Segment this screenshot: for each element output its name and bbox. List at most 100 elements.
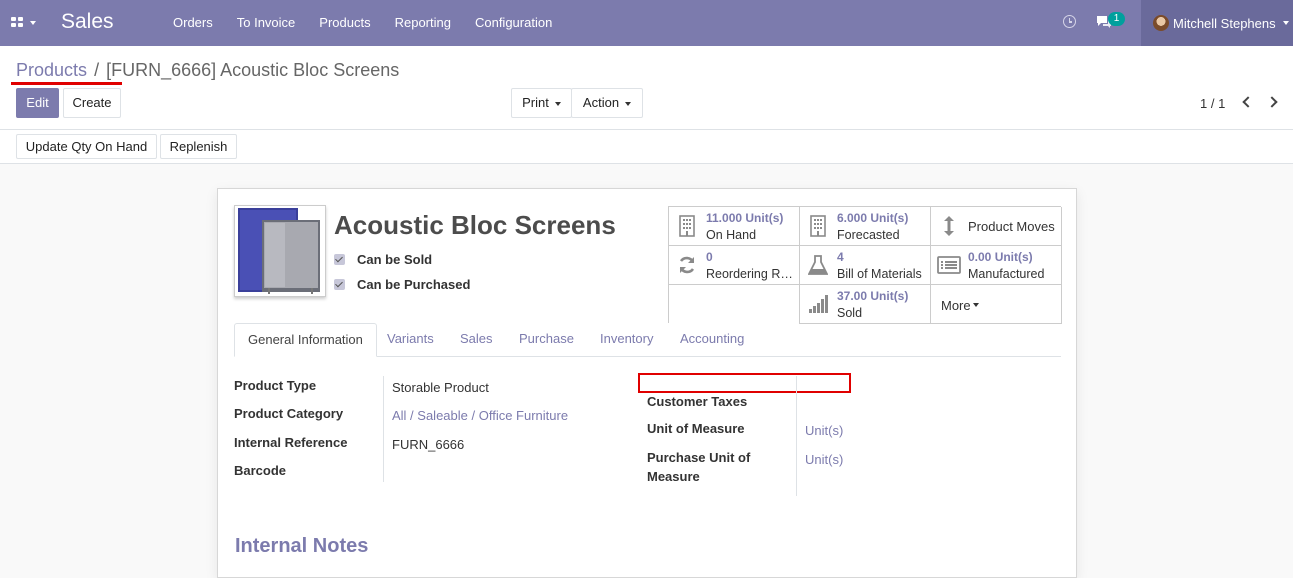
tab-general-information[interactable]: General Information bbox=[234, 323, 377, 357]
forecasted-label: Forecasted bbox=[837, 228, 900, 242]
tab-purchase[interactable]: Purchase bbox=[506, 323, 587, 357]
user-menu[interactable]: Mitchell Stephens bbox=[1141, 0, 1293, 46]
smart-button-spacer bbox=[669, 285, 800, 324]
top-navbar: Sales Orders To Invoice Products Reporti… bbox=[0, 0, 1293, 46]
pager-value[interactable]: 1 / 1 bbox=[1200, 96, 1225, 111]
update-qty-button[interactable]: Update Qty On Hand bbox=[16, 134, 157, 159]
tab-inventory[interactable]: Inventory bbox=[587, 323, 666, 357]
flask-icon bbox=[808, 255, 828, 275]
product-type-value[interactable]: Storable Product bbox=[392, 380, 489, 395]
purchase-uom-link[interactable]: Unit(s) bbox=[805, 452, 843, 467]
tab-variants[interactable]: Variants bbox=[374, 323, 447, 357]
reordering-rules-button[interactable]: 0 Reordering Rules bbox=[669, 246, 800, 285]
breadcrumb: Products / [FURN_6666] Acoustic Bloc Scr… bbox=[16, 60, 399, 81]
bill-of-materials-button[interactable]: 4 Bill of Materials bbox=[800, 246, 931, 285]
signal-icon bbox=[809, 295, 828, 313]
reordering-label: Reordering Rules bbox=[706, 267, 798, 281]
on-hand-label: On Hand bbox=[706, 228, 757, 242]
can-be-sold-field[interactable]: Can be Sold bbox=[334, 252, 432, 267]
product-moves-button[interactable]: Product Moves bbox=[931, 207, 1062, 246]
form-tabs: General Information Variants Sales Purch… bbox=[234, 323, 1061, 357]
purchase-uom-label-line1: Purchase Unit of bbox=[647, 450, 751, 465]
manufactured-value: 0.00 Unit(s) bbox=[968, 250, 1033, 264]
product-image[interactable] bbox=[234, 205, 326, 297]
building-icon bbox=[810, 215, 826, 237]
acoustic-screen-image bbox=[238, 208, 320, 294]
breadcrumb-products-link[interactable]: Products bbox=[16, 60, 87, 80]
pager-next-button[interactable] bbox=[1261, 89, 1287, 117]
can-be-sold-checkbox[interactable] bbox=[334, 254, 345, 265]
manufactured-button[interactable]: 0.00 Unit(s) Manufactured bbox=[931, 246, 1062, 285]
manufactured-label: Manufactured bbox=[968, 267, 1045, 281]
caret-down-icon bbox=[30, 21, 36, 25]
user-name: Mitchell Stephens bbox=[1173, 16, 1276, 31]
menu-to-invoice[interactable]: To Invoice bbox=[225, 0, 308, 46]
action-label: Action bbox=[582, 95, 620, 110]
main-menu: Orders To Invoice Products Reporting Con… bbox=[161, 0, 564, 46]
forecasted-button[interactable]: 6.000 Unit(s) Forecasted bbox=[800, 207, 931, 246]
refresh-icon bbox=[679, 256, 695, 274]
unit-of-measure-link[interactable]: Unit(s) bbox=[805, 423, 843, 438]
can-be-sold-label: Can be Sold bbox=[357, 252, 433, 267]
bom-label: Bill of Materials bbox=[837, 267, 922, 281]
product-type-label: Product Type bbox=[234, 378, 317, 393]
can-be-purchased-checkbox[interactable] bbox=[334, 279, 345, 290]
barcode-label: Barcode bbox=[234, 463, 287, 478]
highlight-box bbox=[638, 373, 851, 393]
can-be-purchased-label: Can be Purchased bbox=[357, 277, 471, 292]
sold-value: 37.00 Unit(s) bbox=[837, 289, 909, 303]
control-panel: Products / [FURN_6666] Acoustic Bloc Scr… bbox=[0, 46, 1293, 130]
caret-down-icon bbox=[1283, 21, 1289, 25]
breadcrumb-separator: / bbox=[94, 60, 100, 80]
sold-button[interactable]: 37.00 Unit(s) Sold bbox=[800, 285, 931, 324]
pager-previous-button[interactable] bbox=[1234, 89, 1260, 117]
replenish-button[interactable]: Replenish bbox=[160, 134, 237, 159]
product-category-link[interactable]: All / Saleable / Office Furniture bbox=[392, 408, 568, 423]
edit-button[interactable]: Edit bbox=[16, 88, 59, 118]
more-label: More bbox=[941, 298, 979, 313]
unit-of-measure-label: Unit of Measure bbox=[647, 421, 745, 436]
purchase-uom-label-line2: Measure bbox=[647, 469, 700, 484]
product-category-label: Product Category bbox=[234, 406, 344, 421]
on-hand-button[interactable]: 11.000 Unit(s) On Hand bbox=[669, 207, 800, 246]
product-moves-label: Product Moves bbox=[968, 219, 1055, 234]
chevron-left-icon bbox=[1242, 96, 1254, 108]
print-dropdown[interactable]: Print bbox=[511, 88, 572, 118]
highlight-underline bbox=[11, 82, 122, 85]
message-count-badge: 1 bbox=[1108, 12, 1125, 26]
breadcrumb-current: [FURN_6666] Acoustic Bloc Screens bbox=[106, 60, 400, 80]
action-dropdown[interactable]: Action bbox=[571, 88, 643, 118]
internal-notes-heading: Internal Notes bbox=[235, 535, 369, 557]
more-dropdown[interactable]: More bbox=[931, 285, 1062, 324]
app-brand[interactable]: Sales bbox=[61, 10, 114, 34]
forecasted-value: 6.000 Unit(s) bbox=[837, 211, 909, 225]
on-hand-value: 11.000 Unit(s) bbox=[706, 211, 784, 225]
avatar bbox=[1153, 15, 1169, 31]
form-statusbar: Update Qty On Hand Replenish bbox=[0, 130, 1293, 164]
can-be-purchased-field[interactable]: Can be Purchased bbox=[334, 277, 470, 292]
menu-configuration[interactable]: Configuration bbox=[463, 0, 564, 46]
sold-label: Sold bbox=[837, 306, 863, 320]
chevron-right-icon bbox=[1266, 96, 1278, 108]
caret-down-icon bbox=[625, 101, 632, 106]
building-icon bbox=[679, 215, 695, 237]
product-name: Acoustic Bloc Screens bbox=[334, 210, 616, 240]
form-sheet: Acoustic Bloc Screens Can be Sold Can be… bbox=[217, 188, 1077, 578]
arrows-vertical-icon bbox=[944, 216, 954, 236]
activity-clock-icon[interactable] bbox=[1063, 15, 1076, 28]
menu-reporting[interactable]: Reporting bbox=[383, 0, 463, 46]
list-icon bbox=[937, 256, 961, 274]
internal-reference-label: Internal Reference bbox=[234, 435, 348, 450]
app-switcher-button[interactable] bbox=[0, 0, 46, 46]
menu-orders[interactable]: Orders bbox=[161, 0, 225, 46]
internal-reference-value[interactable]: FURN_6666 bbox=[392, 437, 464, 452]
menu-products[interactable]: Products bbox=[307, 0, 382, 46]
caret-down-icon bbox=[972, 303, 979, 307]
column-divider bbox=[383, 376, 384, 482]
tab-sales[interactable]: Sales bbox=[447, 323, 506, 357]
apps-grid-icon bbox=[11, 17, 23, 28]
tab-accounting[interactable]: Accounting bbox=[667, 323, 757, 357]
bom-value: 4 bbox=[837, 250, 844, 264]
column-divider bbox=[796, 376, 797, 496]
create-button[interactable]: Create bbox=[63, 88, 121, 118]
